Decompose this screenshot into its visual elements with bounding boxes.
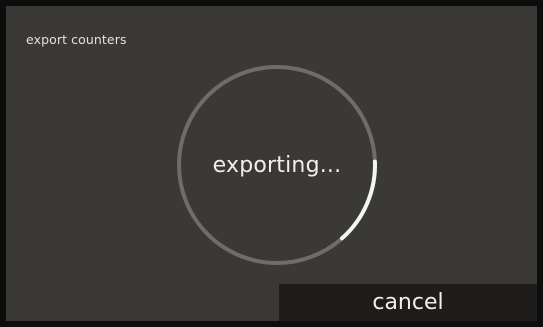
- status-text: exporting...: [212, 152, 342, 178]
- cancel-button[interactable]: cancel: [279, 284, 537, 321]
- export-dialog: export counters exporting... cancel: [6, 6, 537, 321]
- dialog-title: export counters: [26, 32, 127, 47]
